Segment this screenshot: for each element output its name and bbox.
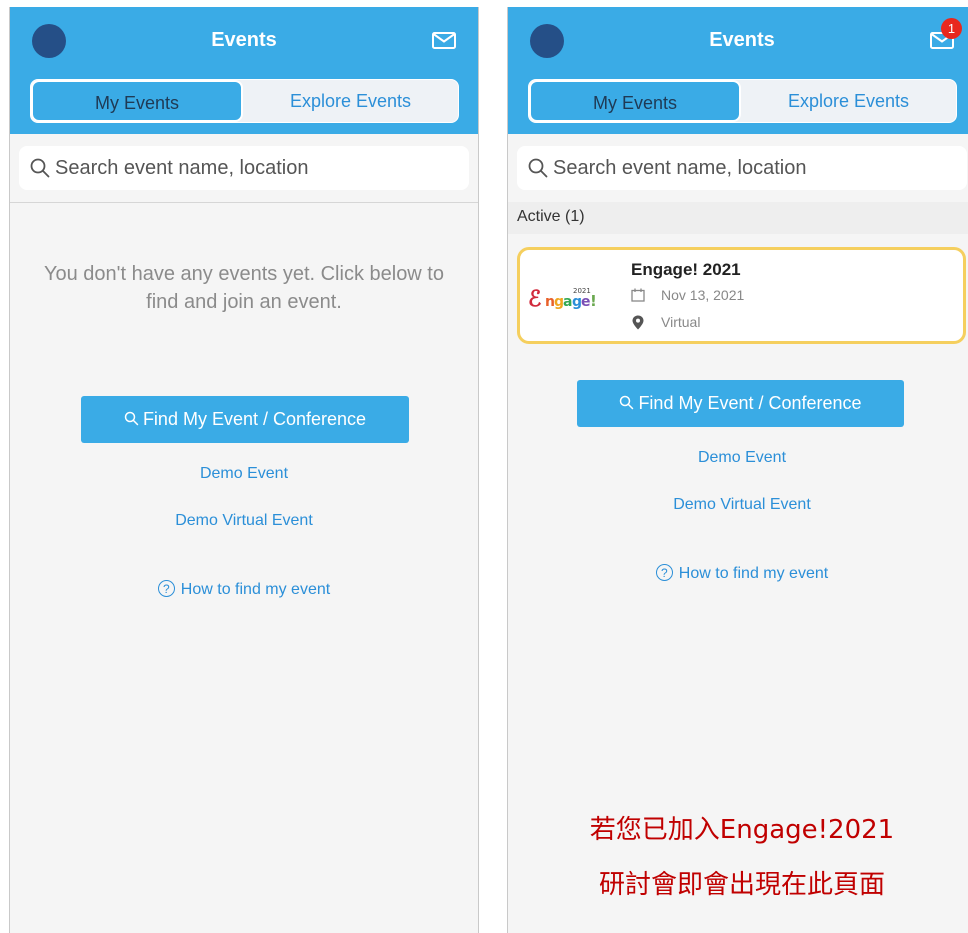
events-screen-joined: Events 1 My Events Explore Events Search…: [507, 7, 968, 933]
annotation-line-2: 研討會即會出現在此頁面: [598, 870, 885, 900]
tab-explore-events[interactable]: Explore Events: [243, 80, 458, 122]
notification-badge: 1: [941, 18, 962, 39]
search-placeholder: Search event name, location: [553, 157, 807, 179]
how-to-find-link[interactable]: ? How to find my event: [10, 580, 478, 599]
tab-my-events[interactable]: My Events: [529, 80, 741, 122]
demo-event-link[interactable]: Demo Event: [10, 465, 478, 483]
demo-event-link[interactable]: Demo Event: [508, 449, 968, 467]
segmented-tabs: My Events Explore Events: [30, 79, 459, 123]
page-title: Events: [211, 29, 277, 51]
how-to-find-label: How to find my event: [180, 581, 331, 598]
event-date: Nov 13, 2021: [661, 287, 745, 303]
svg-text:ℰ: ℰ: [528, 286, 541, 312]
tab-my-events[interactable]: My Events: [31, 80, 243, 122]
find-my-event-label: Find My Event / Conference: [638, 393, 862, 413]
event-location: Virtual: [661, 314, 701, 330]
section-header-active: Active (1): [508, 202, 968, 234]
demo-virtual-event-link[interactable]: Demo Virtual Event: [10, 512, 478, 530]
search-input[interactable]: Search event name, location: [517, 146, 967, 190]
help-circle-icon: ?: [655, 564, 673, 581]
calendar-icon: [631, 288, 645, 302]
page-title: Events: [709, 29, 775, 51]
svg-text:!: !: [590, 292, 597, 310]
empty-state-message: You don't have any events yet. Click bel…: [44, 263, 444, 313]
find-my-event-label: Find My Event / Conference: [142, 409, 367, 429]
event-card[interactable]: ℰ n g a g e ! 2021 Engage! 2021 Nov 13, …: [517, 247, 966, 344]
section-header-label: Active (1): [517, 208, 585, 225]
divider: [10, 202, 478, 203]
find-my-event-button[interactable]: Find My Event / Conference: [577, 380, 904, 427]
search-icon: [528, 158, 548, 178]
demo-virtual-event-link[interactable]: Demo Virtual Event: [508, 496, 968, 514]
events-screen-empty: Events My Events Explore Events Search e…: [9, 7, 479, 933]
tab-explore-events[interactable]: Explore Events: [741, 80, 956, 122]
location-pin-icon: [632, 315, 644, 330]
help-circle-icon: ?: [157, 580, 175, 597]
segmented-tabs: My Events Explore Events: [528, 79, 957, 123]
search-icon: [30, 158, 50, 178]
app-bar: Events My Events Explore Events: [10, 7, 478, 134]
search-icon: [620, 395, 634, 410]
event-name: Engage! 2021: [631, 260, 741, 279]
search-icon: [124, 411, 139, 426]
svg-text:2021: 2021: [573, 287, 591, 295]
annotation-line-1: 若您已加入Engage!2021: [589, 815, 895, 845]
mail-icon[interactable]: [432, 32, 456, 49]
search-input[interactable]: Search event name, location: [19, 146, 469, 190]
app-bar: Events 1 My Events Explore Events: [508, 7, 968, 134]
event-logo: ℰ n g a g e ! 2021: [528, 286, 597, 312]
search-placeholder: Search event name, location: [55, 157, 309, 179]
find-my-event-button[interactable]: Find My Event / Conference: [81, 396, 409, 443]
how-to-find-label: How to find my event: [678, 565, 829, 582]
how-to-find-link[interactable]: ? How to find my event: [508, 564, 968, 583]
